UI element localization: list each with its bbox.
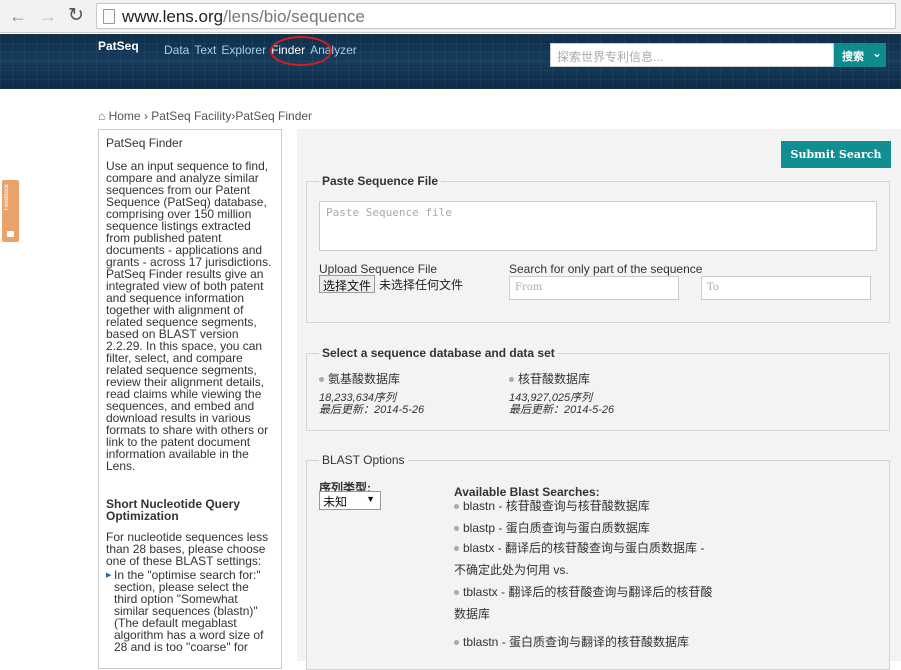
blast-options-panel: BLAST Options 序列类型: 未知 ▼ Available Blast… xyxy=(306,453,890,670)
forward-arrow-icon[interactable]: → xyxy=(38,6,58,26)
db-meta-amino: 18,233,634序列 最后更新：2014-5-26 xyxy=(319,392,424,416)
search-button[interactable]: 搜索 ⌄ xyxy=(834,43,886,67)
to-input[interactable]: To xyxy=(701,276,871,300)
db-option-nucleotide[interactable]: 核苷酸数据库 xyxy=(509,370,590,387)
short-query-bullet: In the "optimise search for:" section, p… xyxy=(106,569,274,653)
breadcrumb-current: PatSeq Finder xyxy=(235,109,313,123)
db-option-amino[interactable]: 氨基酸数据库 xyxy=(319,370,400,387)
url-host: www.lens.org xyxy=(122,7,224,26)
short-query-note: For nucleotide sequences less than 28 ba… xyxy=(106,530,269,568)
site-header: PatSeq Data Text Explorer Finder Analyzer 探索… xyxy=(0,34,901,89)
browser-toolbar: ← → ↻ www.lens.org/lens/bio/sequence xyxy=(0,0,901,33)
annotation-circle xyxy=(270,36,332,66)
db-option-name: 核苷酸数据库 xyxy=(518,372,591,386)
url-text[interactable]: www.lens.org/lens/bio/sequence xyxy=(122,7,365,27)
radio-dot-icon[interactable] xyxy=(454,504,459,510)
reload-icon[interactable]: ↻ xyxy=(66,6,86,26)
blast-option-blastn[interactable]: blastn - 核苷酸查询与核苷酸数据库 xyxy=(454,497,650,514)
nav-text[interactable]: Text xyxy=(194,43,216,57)
brand-logo[interactable]: PatSeq xyxy=(98,39,139,53)
radio-dot-icon[interactable] xyxy=(454,590,459,596)
blast-name: tblastx xyxy=(463,585,498,599)
feedback-tab[interactable]: Feedback xyxy=(2,180,19,242)
radio-dot-icon[interactable] xyxy=(454,526,459,532)
sidebar-intro: Use an input sequence to find, compare a… xyxy=(106,159,272,473)
radio-dot-icon[interactable] xyxy=(509,377,514,383)
feedback-label: Feedback xyxy=(4,184,10,211)
breadcrumb: ⌂ Home › PatSeq Facility›PatSeq Finder xyxy=(98,109,312,123)
radio-dot-icon[interactable] xyxy=(319,377,324,383)
seqtype-value: 未知 xyxy=(323,495,348,509)
db-option-name: 氨基酸数据库 xyxy=(328,372,401,386)
address-bar[interactable]: www.lens.org/lens/bio/sequence xyxy=(96,3,896,29)
breadcrumb-sep-1: › xyxy=(143,109,148,123)
radio-dot-icon[interactable] xyxy=(454,640,459,646)
choose-file-button[interactable]: 选择文件 xyxy=(319,275,376,293)
database-panel: Select a sequence database and data set … xyxy=(306,346,890,431)
dropdown-arrow-icon[interactable]: ▼ xyxy=(366,494,375,504)
db-meta-nucleotide: 143,927,025序列 最后更新：2014-5-26 xyxy=(509,392,614,416)
blast-option-blastx[interactable]: blastx - 翻译后的核苷酸查询与蛋白质数据库 - 不确定此处为何用 vs. xyxy=(454,537,714,581)
url-path: /lens/bio/sequence xyxy=(223,7,365,26)
seqtype-select[interactable]: 未知 ▼ xyxy=(319,491,381,510)
partial-search-label: Search for only part of the sequence xyxy=(509,262,703,276)
page-icon xyxy=(103,9,115,24)
blast-option-blastp[interactable]: blastp - 蛋白质查询与蛋白质数据库 xyxy=(454,519,650,536)
radio-dot-icon[interactable] xyxy=(454,546,459,552)
breadcrumb-facility[interactable]: PatSeq Facility xyxy=(151,109,231,123)
blast-name: blastn xyxy=(463,499,496,513)
chevron-down-icon[interactable]: ⌄ xyxy=(872,46,882,60)
search-button-label: 搜索 xyxy=(842,51,864,63)
breadcrumb-home[interactable]: Home xyxy=(109,109,141,123)
db-count: 143,927,025序列 xyxy=(509,392,593,404)
blast-name: blastp xyxy=(463,521,496,535)
blast-option-tblastx[interactable]: tblastx - 翻译后的核苷酸查询与翻译后的核苷酸数据库 xyxy=(454,581,714,625)
file-status: 未选择任何文件 xyxy=(379,278,464,292)
db-updated: 最后更新：2014-5-26 xyxy=(319,404,425,416)
back-arrow-icon[interactable]: ← xyxy=(8,6,28,26)
info-sidebar: PatSeq Finder Use an input sequence to f… xyxy=(98,129,282,669)
blast-desc: - 蛋白质查询与蛋白质数据库 xyxy=(495,521,650,535)
short-query-title: Short Nucleotide Query Optimization xyxy=(106,497,241,523)
home-icon: ⌂ xyxy=(98,109,106,123)
upload-label: Upload Sequence File xyxy=(319,262,438,276)
db-panel-title: Select a sequence database and data set xyxy=(319,346,558,360)
from-input[interactable]: From xyxy=(509,276,679,300)
blast-option-tblastn[interactable]: tblastn - 蛋白质查询与翻译的核苷酸数据库 xyxy=(454,633,689,650)
submit-search-button[interactable]: Submit Search xyxy=(781,141,891,168)
nav-data[interactable]: Data xyxy=(164,43,189,57)
sidebar-title: PatSeq Finder xyxy=(106,136,183,150)
db-updated: 最后更新：2014-5-26 xyxy=(509,404,615,416)
paste-panel-title: Paste Sequence File xyxy=(319,174,442,188)
blast-panel-title: BLAST Options xyxy=(319,453,408,467)
paste-sequence-panel: Paste Sequence File Paste Sequence file … xyxy=(306,174,890,323)
blast-name: blastx xyxy=(463,541,495,555)
blast-desc: - 核苷酸查询与核苷酸数据库 xyxy=(495,499,650,513)
sequence-textarea[interactable]: Paste Sequence file xyxy=(319,201,877,251)
blast-name: tblastn xyxy=(463,635,499,649)
blast-desc: - 蛋白质查询与翻译的核苷酸数据库 xyxy=(498,635,690,649)
search-form: Submit Search Paste Sequence File Paste … xyxy=(297,129,901,670)
top-nav: Data Text Explorer Finder Analyzer xyxy=(164,43,362,57)
db-count: 18,233,634序列 xyxy=(319,392,397,404)
nav-explorer[interactable]: Explorer xyxy=(221,43,266,57)
patent-search-input[interactable]: 探索世界专利信息... xyxy=(550,43,834,67)
feedback-icon xyxy=(7,231,14,237)
